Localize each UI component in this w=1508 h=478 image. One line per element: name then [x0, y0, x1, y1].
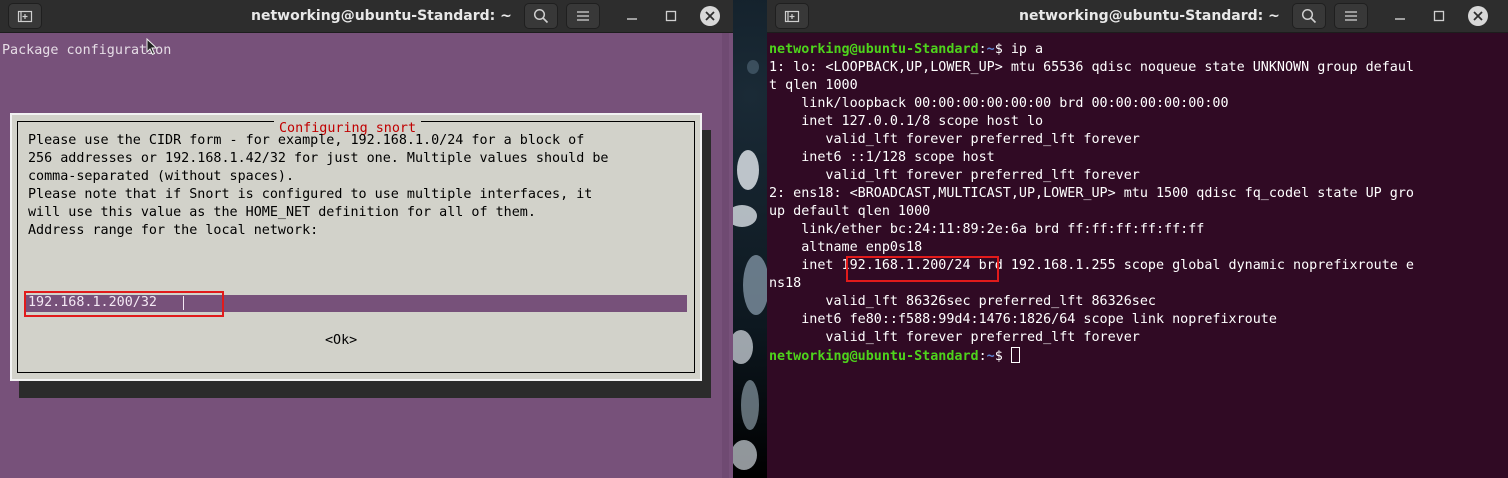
- prompt-symbol: $: [994, 349, 1011, 364]
- close-icon: [705, 11, 715, 21]
- close-button[interactable]: [700, 6, 720, 26]
- prompt-user-host: networking@ubuntu-Standard: [769, 349, 979, 364]
- output-line: valid_lft 86326sec preferred_lft 86326se…: [769, 294, 1156, 309]
- dialog-line: Please note that if Snort is configured …: [28, 187, 593, 202]
- window-title: networking@ubuntu-Standard: ~: [1019, 8, 1280, 24]
- output-line: inet6 fe80::f588:99d4:1476:1826/64 scope…: [769, 312, 1277, 327]
- hamburger-icon: [1345, 11, 1357, 21]
- prompt-path: ~: [986, 349, 995, 364]
- prompt-symbol: $: [994, 42, 1011, 57]
- output-line: link/ether bc:24:11:89:2e:6a brd ff:ff:f…: [769, 222, 1205, 237]
- prompt-colon: :: [978, 349, 987, 364]
- close-icon: [1473, 11, 1483, 21]
- highlight-box-ip: [846, 256, 999, 282]
- prompt-path: ~: [986, 42, 995, 57]
- window-title: networking@ubuntu-Standard: ~: [251, 8, 512, 24]
- maximize-icon[interactable]: [1431, 8, 1447, 24]
- prompt-colon: :: [978, 42, 987, 57]
- desktop-background: [733, 0, 767, 478]
- output-line: 1: lo: <LOOPBACK,UP,LOWER_UP> mtu 65536 …: [769, 60, 1414, 75]
- scrollbar[interactable]: [722, 33, 729, 478]
- right-titlebar: networking@ubuntu-Standard: ~: [767, 0, 1508, 33]
- mouse-pointer-icon: [146, 38, 158, 56]
- prompt-line: networking@ubuntu-Standard:~$: [769, 347, 1414, 366]
- output-line: inet 127.0.0.1/8 scope host lo: [769, 114, 1044, 129]
- left-titlebar: networking@ubuntu-Standard: ~: [0, 0, 733, 33]
- output-line: altname enp0s18: [769, 240, 923, 255]
- dialog-message: Please use the CIDR form - for example, …: [28, 132, 608, 240]
- new-tab-icon: [784, 10, 800, 23]
- command-text: ip a: [1010, 42, 1044, 57]
- hamburger-icon: [577, 11, 589, 21]
- terminal-cursor: [1010, 347, 1020, 363]
- output-line: valid_lft forever preferred_lft forever: [769, 168, 1140, 183]
- new-tab-button[interactable]: [775, 3, 809, 29]
- menu-button[interactable]: [1334, 3, 1368, 29]
- minimize-icon[interactable]: [1392, 8, 1408, 24]
- menu-button[interactable]: [566, 3, 600, 29]
- new-tab-button[interactable]: [8, 3, 42, 29]
- output-line: 2: ens18: <BROADCAST,MULTICAST,UP,LOWER_…: [769, 186, 1414, 201]
- scrollbar[interactable]: [1501, 33, 1508, 478]
- search-button[interactable]: [524, 3, 558, 29]
- dialog-line: Please use the CIDR form - for example, …: [28, 133, 585, 148]
- configuring-snort-dialog: Configuring snort Please use the CIDR fo…: [10, 113, 702, 381]
- left-terminal-window: networking@ubuntu-Standard: ~ Package co…: [0, 0, 733, 478]
- output-line: link/loopback 00:00:00:00:00:00 brd 00:0…: [769, 96, 1229, 111]
- dialog-line: comma-separated (without spaces).: [28, 169, 295, 184]
- dialog-line: 256 addresses or 192.168.1.42/32 for jus…: [28, 151, 609, 166]
- left-terminal-area[interactable]: Package configuration Configuring snort …: [0, 33, 733, 478]
- search-icon: [533, 8, 549, 24]
- output-line: t qlen 1000: [769, 78, 858, 93]
- ok-button[interactable]: <Ok>: [325, 332, 357, 350]
- output-line: valid_lft forever preferred_lft forever: [769, 330, 1140, 345]
- search-icon: [1301, 8, 1317, 24]
- right-terminal-area[interactable]: networking@ubuntu-Standard:~$ ip a 1: lo…: [767, 33, 1508, 478]
- highlight-box-input: [24, 291, 224, 317]
- output-line: valid_lft forever preferred_lft forever: [769, 132, 1140, 147]
- right-terminal-window: networking@ubuntu-Standard: ~ networking…: [767, 0, 1508, 478]
- close-button[interactable]: [1468, 6, 1488, 26]
- output-line: inet6 ::1/128 scope host: [769, 150, 995, 165]
- terminal-output: networking@ubuntu-Standard:~$ ip a 1: lo…: [769, 41, 1414, 366]
- new-tab-icon: [17, 10, 33, 23]
- search-button[interactable]: [1292, 3, 1326, 29]
- dialog-line: will use this value as the HOME_NET defi…: [28, 205, 536, 220]
- dialog-line: Address range for the local network:: [28, 223, 319, 238]
- minimize-icon[interactable]: [624, 8, 640, 24]
- prompt-user-host: networking@ubuntu-Standard: [769, 42, 979, 57]
- maximize-icon[interactable]: [663, 8, 679, 24]
- output-line: up default qlen 1000: [769, 204, 931, 219]
- prompt-line: networking@ubuntu-Standard:~$ ip a: [769, 41, 1414, 59]
